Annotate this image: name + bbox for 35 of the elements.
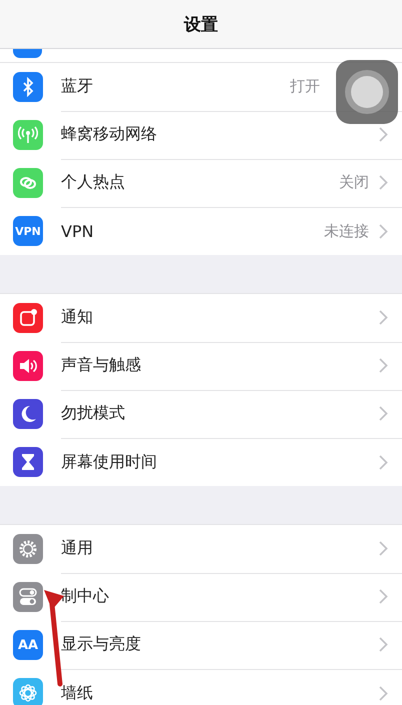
row-label: 勿扰模式 xyxy=(61,403,126,424)
row-label: VPN xyxy=(61,222,95,240)
gear-icon xyxy=(18,539,38,559)
row-value: 关闭 xyxy=(339,173,369,192)
row-label: 蓝牙 xyxy=(61,76,94,97)
row-value: 未连接 xyxy=(324,222,369,240)
row-label: 制中心 xyxy=(61,586,110,607)
settings-row[interactable]: 个人热点 关闭 xyxy=(0,159,402,207)
settings-row[interactable]: 声音与触感 xyxy=(0,342,402,390)
settings-row[interactable]: 屏幕使用时间 xyxy=(0,438,402,486)
row-label: 蜂窝移动网络 xyxy=(61,124,158,145)
app-icon: VPN xyxy=(13,216,43,246)
notification-icon xyxy=(18,308,38,328)
row-label: 通用 xyxy=(61,538,94,559)
row-label: 墙纸 xyxy=(61,682,94,704)
settings-row[interactable]: 通知 xyxy=(0,294,402,342)
page-title: 设置 xyxy=(184,14,218,36)
settings-row[interactable]: VPN VPN 未连接 xyxy=(0,207,402,255)
app-icon xyxy=(13,49,42,58)
settings-row[interactable]: 墙纸 xyxy=(0,669,402,705)
settings-row[interactable]: 通用 xyxy=(0,525,402,573)
assistive-touch-button[interactable] xyxy=(336,60,398,124)
settings-row[interactable]: 勿扰模式 xyxy=(0,390,402,438)
row-label: 屏幕使用时间 xyxy=(61,452,158,472)
settings-row[interactable]: AA 显示与亮度 xyxy=(0,621,402,669)
row-label: 声音与触感 xyxy=(61,355,142,376)
antenna-icon xyxy=(18,125,38,145)
flower-icon xyxy=(18,683,38,703)
row-label: 通知 xyxy=(61,307,94,328)
row-label: 个人热点 xyxy=(61,172,126,193)
row-value: 打开 xyxy=(290,77,320,96)
speaker-icon xyxy=(18,356,38,376)
row-label: 显示与亮度 xyxy=(61,634,142,655)
app-icon: AA xyxy=(13,630,43,660)
toggles-icon xyxy=(18,587,38,607)
